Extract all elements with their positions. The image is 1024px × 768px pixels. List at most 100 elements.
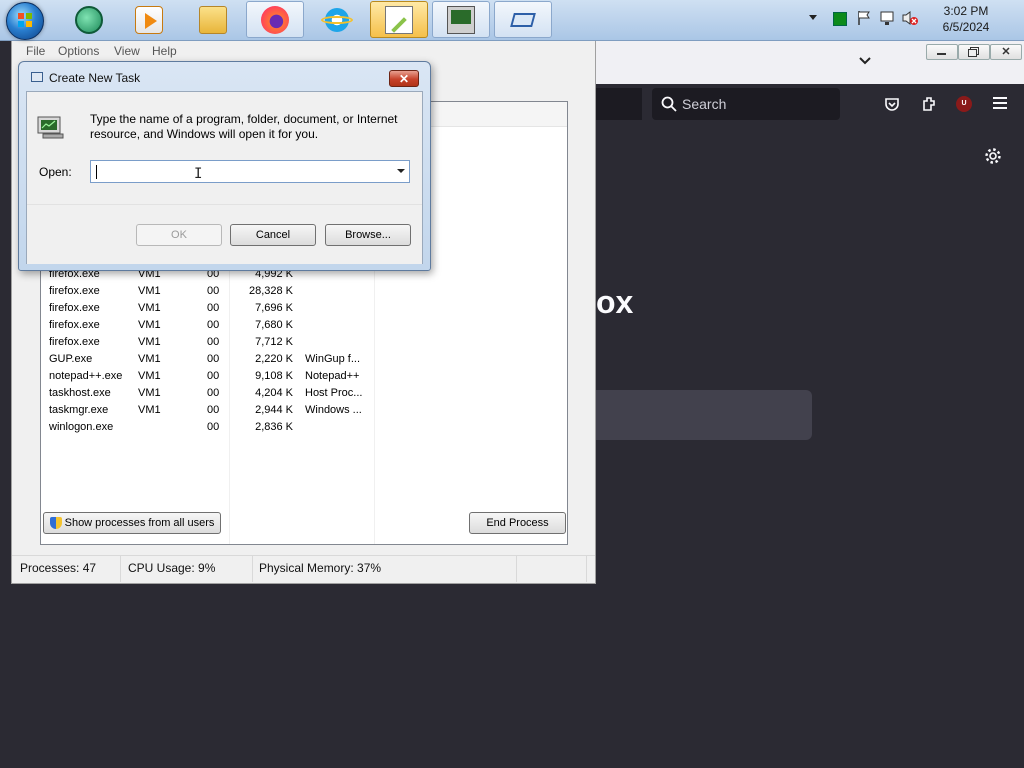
ibeam-cursor-icon: I <box>194 166 203 182</box>
process-memory: 2,944 K <box>255 404 293 416</box>
open-input[interactable] <box>90 160 410 183</box>
table-row[interactable]: taskhost.exe VM1 00 4,204 K Host Proc... <box>41 385 567 402</box>
process-memory: 7,696 K <box>255 302 293 314</box>
process-user: VM1 <box>138 370 161 382</box>
taskbar-task-manager[interactable] <box>432 1 490 38</box>
status-cpu: CPU Usage: 9% <box>128 561 216 575</box>
run-icon <box>37 114 69 140</box>
pocket-icon[interactable] <box>884 96 900 112</box>
process-name: firefox.exe <box>49 285 100 297</box>
menu-file[interactable]: File <box>26 44 45 58</box>
process-description: Notepad++ <box>305 370 360 382</box>
ok-label: OK <box>171 229 187 241</box>
browse-label: Browse... <box>345 229 391 241</box>
process-name: winlogon.exe <box>49 421 114 433</box>
cancel-button[interactable]: Cancel <box>230 224 316 246</box>
process-name: taskmgr.exe <box>49 404 109 416</box>
table-row[interactable]: GUP.exe VM1 00 2,220 K WinGup f... <box>41 351 567 368</box>
action-center-flag-icon[interactable] <box>857 10 871 26</box>
folder-icon <box>199 5 227 34</box>
process-name: firefox.exe <box>49 319 100 331</box>
taskbar-media-player[interactable] <box>120 1 178 38</box>
dialog-button-area: OK Cancel Browse... <box>27 204 422 264</box>
ublock-icon[interactable]: U <box>956 96 972 112</box>
dialog-body: Type the name of a program, folder, docu… <box>26 91 423 264</box>
taskbar-file-explorer[interactable] <box>184 1 242 38</box>
volume-muted-icon[interactable] <box>901 10 919 26</box>
close-button[interactable]: ✕ <box>990 44 1022 60</box>
status-bar: Processes: 47 CPU Usage: 9% Physical Mem… <box>12 555 595 584</box>
table-row[interactable]: winlogon.exe 00 2,836 K <box>41 419 567 436</box>
process-name: GUP.exe <box>49 353 93 365</box>
taskbar-notepad-plus-plus[interactable] <box>370 1 428 38</box>
process-description: Windows ... <box>305 404 362 416</box>
process-cpu: 00 <box>207 353 220 365</box>
browse-button[interactable]: Browse... <box>325 224 411 246</box>
firefox-urlbar[interactable] <box>596 88 642 120</box>
process-cpu: 00 <box>207 404 220 416</box>
show-hidden-icons-button[interactable] <box>809 15 817 20</box>
status-memory: Physical Memory: 37% <box>259 561 382 575</box>
close-icon: ✕ <box>398 71 410 86</box>
task-manager-menubar: File Options View Help <box>12 41 595 61</box>
process-memory: 7,712 K <box>255 336 293 348</box>
process-cpu: 00 <box>207 319 220 331</box>
clock-time[interactable]: 3:02 PM <box>936 4 996 18</box>
process-user: VM1 <box>138 336 161 348</box>
start-button[interactable] <box>6 2 44 40</box>
table-row[interactable]: taskmgr.exe VM1 00 2,944 K Windows ... <box>41 402 567 419</box>
show-all-processes-button[interactable]: Show processes from all users <box>43 512 221 534</box>
process-user: VM1 <box>138 319 161 331</box>
firefox-titlebar: ✕ <box>596 40 1024 84</box>
clock-date[interactable]: 6/5/2024 <box>936 20 996 34</box>
taskbar-media-center[interactable] <box>60 1 118 38</box>
table-row[interactable]: firefox.exe VM1 00 7,712 K <box>41 334 567 351</box>
open-label: Open: <box>39 165 72 179</box>
search-icon <box>661 96 677 112</box>
process-name: notepad++.exe <box>49 370 123 382</box>
gear-icon[interactable] <box>984 147 1002 165</box>
show-all-processes-label: Show processes from all users <box>64 517 215 529</box>
process-description: WinGup f... <box>305 353 361 365</box>
media-center-icon <box>75 5 103 34</box>
process-cpu: 00 <box>207 387 220 399</box>
taskbar-remote-desktop[interactable] <box>494 1 552 38</box>
dialog-close-button[interactable]: ✕ <box>389 70 419 87</box>
end-process-button[interactable]: End Process <box>469 512 566 534</box>
process-cpu: 00 <box>207 370 220 382</box>
firefox-search-box[interactable]: Search <box>652 88 840 120</box>
taskbar-firefox[interactable] <box>246 1 304 38</box>
table-row[interactable]: notepad++.exe VM1 00 9,108 K Notepad++ <box>41 368 567 385</box>
process-memory: 2,836 K <box>255 421 293 433</box>
create-new-task-dialog: Create New Task ✕ Type the name of a pro… <box>18 61 431 271</box>
menu-view[interactable]: View <box>114 44 140 58</box>
menu-options[interactable]: Options <box>58 44 99 58</box>
extensions-icon[interactable] <box>920 95 938 113</box>
process-cpu: 00 <box>207 285 220 297</box>
table-row[interactable]: firefox.exe VM1 00 7,680 K <box>41 317 567 334</box>
status-processes: Processes: 47 <box>20 561 97 575</box>
firefox-search-panel[interactable] <box>596 390 812 440</box>
process-cpu: 00 <box>207 336 220 348</box>
tray-app-icon[interactable] <box>833 12 847 26</box>
process-memory: 7,680 K <box>255 319 293 331</box>
process-description: Host Proc... <box>305 387 363 399</box>
ok-button[interactable]: OK <box>136 224 222 246</box>
menu-icon[interactable] <box>993 97 1007 109</box>
dropdown-arrow-icon[interactable] <box>397 169 405 173</box>
table-row[interactable]: firefox.exe VM1 00 7,696 K <box>41 300 567 317</box>
task-manager-icon <box>447 5 475 34</box>
process-user: VM1 <box>138 387 161 399</box>
taskbar-internet-explorer[interactable] <box>308 1 366 38</box>
table-row[interactable]: firefox.exe VM1 00 28,328 K <box>41 283 567 300</box>
network-icon[interactable] <box>879 10 895 26</box>
process-memory: 9,108 K <box>255 370 293 382</box>
process-user: VM1 <box>138 302 161 314</box>
minimize-button[interactable] <box>926 44 958 60</box>
chevron-down-icon[interactable] <box>858 54 872 68</box>
menu-help[interactable]: Help <box>152 44 177 58</box>
uac-shield-icon <box>49 517 62 529</box>
restore-button[interactable] <box>958 44 990 60</box>
cancel-label: Cancel <box>255 229 291 241</box>
taskbar: 3:02 PM 6/5/2024 <box>0 0 1024 41</box>
